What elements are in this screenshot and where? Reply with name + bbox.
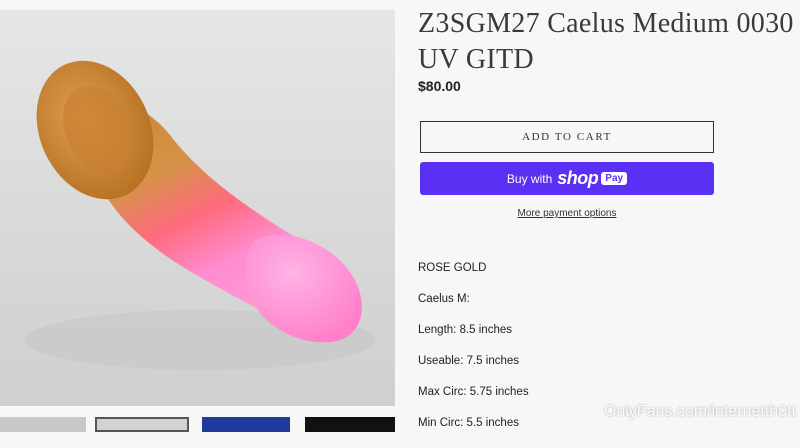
product-title: Z3SGM27 Caelus Medium 0030 UV GITD [418, 8, 794, 75]
thumbnail[interactable] [202, 417, 290, 432]
description-line: Max Circ: 5.75 inches [418, 386, 529, 398]
product-price: $80.00 [418, 78, 461, 94]
more-payment-options-link[interactable]: More payment options [420, 208, 714, 219]
description-line: Min Circ: 5.5 inches [418, 417, 519, 429]
watermark: OnlyFans.com/internetth0tt [603, 403, 796, 420]
description-line: Length: 8.5 inches [418, 324, 512, 336]
product-main-image[interactable] [0, 10, 395, 406]
product-description: ROSE GOLD Caelus M: Length: 8.5 inches U… [418, 262, 529, 448]
shop-pay-button[interactable]: Buy with shop Pay [420, 162, 714, 195]
thumbnail[interactable] [305, 417, 395, 432]
product-photo [25, 60, 375, 370]
description-line: Caelus M: [418, 293, 470, 305]
description-line: Useable: 7.5 inches [418, 355, 520, 367]
thumbnail[interactable] [0, 417, 86, 432]
add-to-cart-button[interactable]: ADD TO CART [420, 121, 714, 153]
thumbnail-selected[interactable] [95, 417, 189, 432]
shop-logo-text: shop [557, 168, 599, 188]
thumbnail-strip [0, 417, 395, 432]
shop-pay-prefix: Buy with [506, 171, 553, 186]
pay-badge: Pay [601, 172, 628, 185]
description-line: ROSE GOLD [418, 262, 487, 274]
